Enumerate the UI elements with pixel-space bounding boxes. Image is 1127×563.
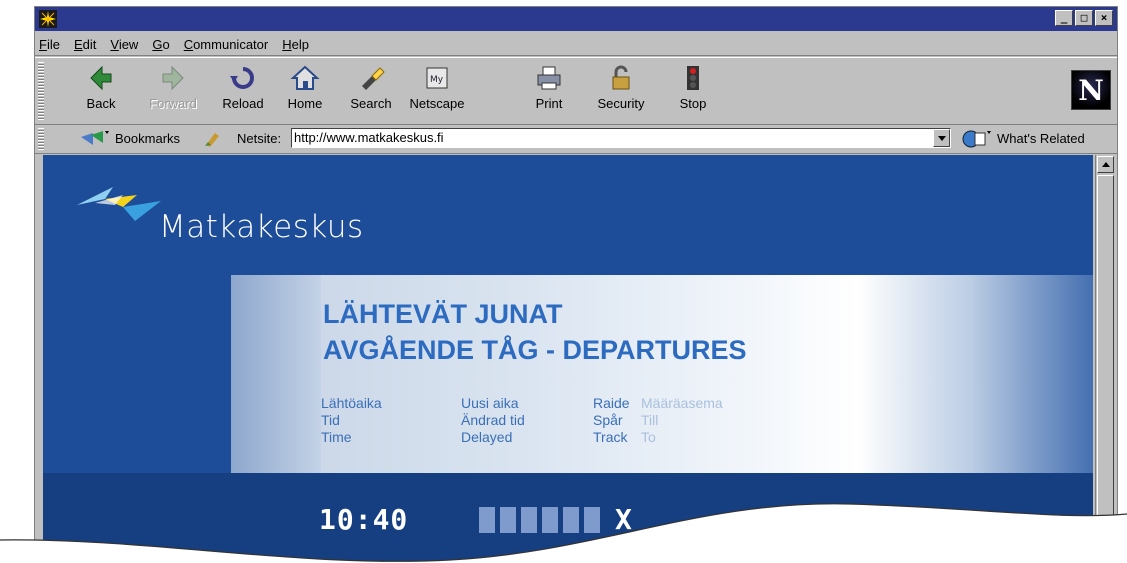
- departure-time-column: Lähtöaika Tid Time: [321, 395, 382, 446]
- navigation-toolbar: Back Forward Reload Home Search My Netsc…: [35, 57, 1117, 125]
- netscape-throbber-logo[interactable]: N: [1071, 70, 1111, 110]
- forward-button[interactable]: Forward: [143, 64, 203, 111]
- minimize-button[interactable]: _: [1055, 10, 1073, 26]
- menu-label-rest: ile: [46, 36, 60, 52]
- menu-bar: File Edit View Go Communicator Help: [35, 33, 1117, 56]
- board-title-swedish-english: AVGÅENDE TÅG - DEPARTURES: [323, 335, 747, 365]
- menu-communicator[interactable]: Communicator: [184, 37, 269, 52]
- home-button[interactable]: Home: [275, 64, 335, 111]
- maximize-button[interactable]: □: [1075, 10, 1093, 26]
- whats-related-label[interactable]: What's Related: [997, 131, 1085, 146]
- menu-go[interactable]: Go: [152, 37, 169, 52]
- menu-help[interactable]: Help: [282, 37, 309, 52]
- browser-window: _ □ × File Edit View Go Communicator Hel…: [34, 6, 1118, 563]
- col4-line3: To: [641, 429, 656, 445]
- stop-button[interactable]: Stop: [663, 64, 723, 111]
- home-label: Home: [287, 96, 323, 111]
- reload-button[interactable]: Reload: [213, 64, 273, 111]
- reload-label: Reload: [222, 96, 264, 111]
- menu-label-rest: ommunicator: [193, 36, 269, 52]
- brand-name[interactable]: Matkakeskus: [159, 209, 364, 245]
- menu-edit[interactable]: Edit: [74, 37, 96, 52]
- board-title-finnish: LÄHTEVÄT JUNAT: [323, 299, 563, 329]
- reload-icon: [230, 67, 254, 89]
- url-dropdown-button[interactable]: [933, 129, 950, 147]
- col1-line1: Lähtöaika: [321, 395, 382, 411]
- netscape-app-icon[interactable]: [39, 10, 57, 28]
- netscape-label: Netscape: [409, 96, 465, 111]
- url-input[interactable]: http://www.matkakeskus.fi: [291, 128, 951, 148]
- col1-line2: Tid: [321, 412, 340, 428]
- col1-line3: Time: [321, 429, 352, 445]
- bookmarks-icon[interactable]: [79, 129, 113, 149]
- search-button[interactable]: Search: [341, 64, 401, 111]
- security-label: Security: [597, 96, 645, 111]
- title-bar: _ □ ×: [35, 7, 1117, 31]
- netscape-button[interactable]: My Netscape: [407, 64, 467, 111]
- print-button[interactable]: Print: [519, 64, 579, 111]
- back-label: Back: [86, 96, 116, 111]
- home-icon: [290, 65, 320, 90]
- delayed-column: Uusi aika Ändrad tid Delayed: [461, 395, 525, 446]
- col3-line1: Raide: [593, 395, 630, 411]
- back-arrow-icon: [90, 65, 112, 91]
- printer-icon: [537, 66, 561, 90]
- col4-line1: Määräasema: [641, 395, 723, 411]
- menu-label-rest: iew: [118, 36, 139, 52]
- security-button[interactable]: Security: [591, 64, 651, 111]
- location-grip[interactable]: [38, 128, 44, 150]
- print-label: Print: [535, 96, 563, 111]
- col2-line2: Ändrad tid: [461, 412, 525, 428]
- menu-label-rest: elp: [291, 36, 309, 52]
- forward-label: Forward: [149, 96, 197, 111]
- col2-line1: Uusi aika: [461, 395, 519, 411]
- scroll-up-button[interactable]: [1097, 156, 1114, 173]
- bookmarks-label[interactable]: Bookmarks: [115, 131, 180, 146]
- my-netscape-icon: My: [426, 67, 448, 89]
- toolbar-grip[interactable]: [38, 62, 44, 120]
- padlock-icon: [612, 65, 630, 90]
- svg-text:My: My: [430, 75, 444, 85]
- destination-column: Määräasema Till To: [641, 395, 723, 446]
- location-page-icon[interactable]: [203, 130, 223, 148]
- whats-related-icon[interactable]: [961, 129, 995, 149]
- col3-line3: Track: [593, 429, 628, 445]
- col3-line2: Spår: [593, 412, 623, 428]
- menu-label-rest: o: [162, 36, 170, 52]
- netsite-label: Netsite:: [237, 131, 282, 146]
- location-toolbar: Bookmarks Netsite: http://www.matkakesku…: [35, 125, 1117, 154]
- menu-label-rest: dit: [82, 36, 97, 52]
- matkakeskus-logo-arrows-icon[interactable]: [75, 177, 165, 227]
- col4-line2: Till: [641, 412, 659, 428]
- search-flashlight-icon: [362, 67, 385, 90]
- track-column: Raide Spår Track: [593, 395, 630, 446]
- col2-line3: Delayed: [461, 429, 513, 445]
- torn-edge-decoration: [0, 503, 1127, 563]
- back-button[interactable]: Back: [71, 64, 131, 111]
- forward-arrow-icon: [162, 65, 184, 91]
- close-button[interactable]: ×: [1095, 10, 1113, 26]
- menu-file[interactable]: File: [39, 37, 60, 52]
- search-label: Search: [350, 96, 392, 111]
- stop-traffic-light-icon: [687, 66, 699, 90]
- menu-view[interactable]: View: [110, 37, 138, 52]
- board-left-shade: [231, 275, 321, 475]
- stop-label: Stop: [679, 96, 707, 111]
